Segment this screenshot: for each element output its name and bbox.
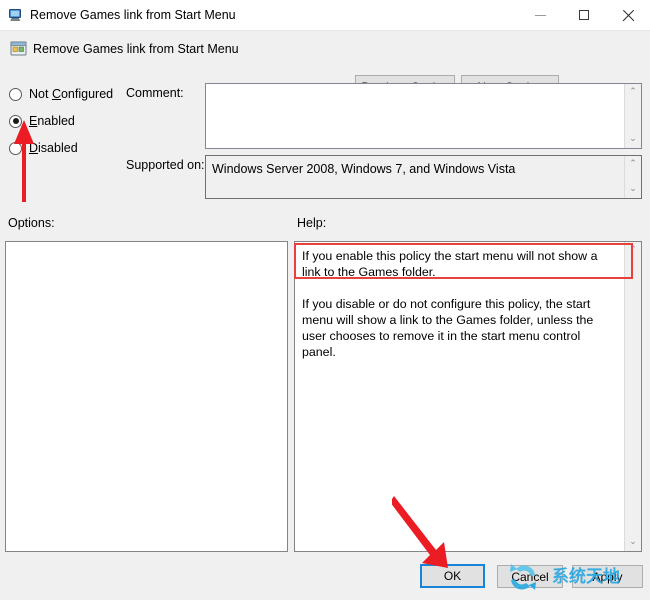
setting-header: Remove Games link from Start Menu Previo…	[0, 31, 650, 98]
help-text-container: If you enable this policy the start menu…	[295, 242, 624, 551]
scroll-up-icon[interactable]: ⌃	[625, 242, 641, 259]
title-bar: Remove Games link from Start Menu	[0, 0, 650, 31]
supported-on-scrollbar[interactable]: ⌃ ⌄	[624, 156, 641, 198]
scroll-down-icon[interactable]: ⌄	[625, 131, 641, 148]
cancel-button[interactable]: Cancel	[497, 565, 563, 588]
radio-enabled[interactable]: Enabled	[9, 112, 75, 130]
help-paragraph-2: If you disable or do not configure this …	[302, 297, 594, 359]
setting-title: Remove Games link from Start Menu	[33, 42, 239, 56]
monitor-policy-icon	[8, 7, 24, 23]
radio-indicator	[9, 87, 22, 101]
comment-input[interactable]: ⌃ ⌄	[205, 83, 642, 149]
help-scrollbar[interactable]: ⌃ ⌄	[624, 242, 641, 551]
radio-indicator	[9, 141, 22, 155]
red-arrow-up	[8, 118, 44, 203]
ok-button[interactable]: OK	[420, 564, 485, 588]
apply-button[interactable]: Apply	[572, 565, 643, 588]
close-button[interactable]	[606, 0, 650, 30]
window-title: Remove Games link from Start Menu	[30, 8, 236, 22]
comment-scrollbar[interactable]: ⌃ ⌄	[624, 84, 641, 148]
radio-label-disabled: Disabled	[29, 140, 78, 155]
minimize-button[interactable]	[518, 0, 562, 30]
scroll-down-icon[interactable]: ⌄	[625, 181, 641, 198]
supported-on-label: Supported on:	[126, 158, 205, 172]
radio-label-enabled: Enabled	[29, 113, 75, 128]
supported-on-value: Windows Server 2008, Windows 7, and Wind…	[212, 162, 516, 176]
scroll-up-icon[interactable]: ⌃	[625, 84, 641, 101]
policy-setting-icon	[10, 40, 27, 57]
radio-indicator-selected	[9, 114, 22, 128]
options-label: Options:	[8, 216, 55, 230]
radio-not-configured[interactable]: Not Configured	[9, 85, 113, 103]
minimize-icon	[534, 14, 546, 16]
scroll-down-icon[interactable]: ⌄	[625, 534, 641, 551]
close-icon	[622, 9, 635, 22]
comment-label: Comment:	[126, 86, 184, 100]
options-pane[interactable]	[5, 241, 288, 552]
group-policy-setting-dialog: Remove Games link from Start Menu Remove…	[0, 0, 650, 600]
maximize-button[interactable]	[562, 0, 606, 30]
radio-label-not-configured: Not Configured	[29, 86, 114, 101]
help-label: Help:	[297, 216, 327, 230]
scroll-up-icon[interactable]: ⌃	[625, 156, 641, 173]
help-paragraph-1: If you enable this policy the start menu…	[302, 249, 598, 279]
maximize-icon	[579, 10, 589, 20]
radio-disabled[interactable]: Disabled	[9, 139, 78, 157]
supported-on-field: Windows Server 2008, Windows 7, and Wind…	[205, 155, 642, 199]
help-pane: If you enable this policy the start menu…	[294, 241, 642, 552]
